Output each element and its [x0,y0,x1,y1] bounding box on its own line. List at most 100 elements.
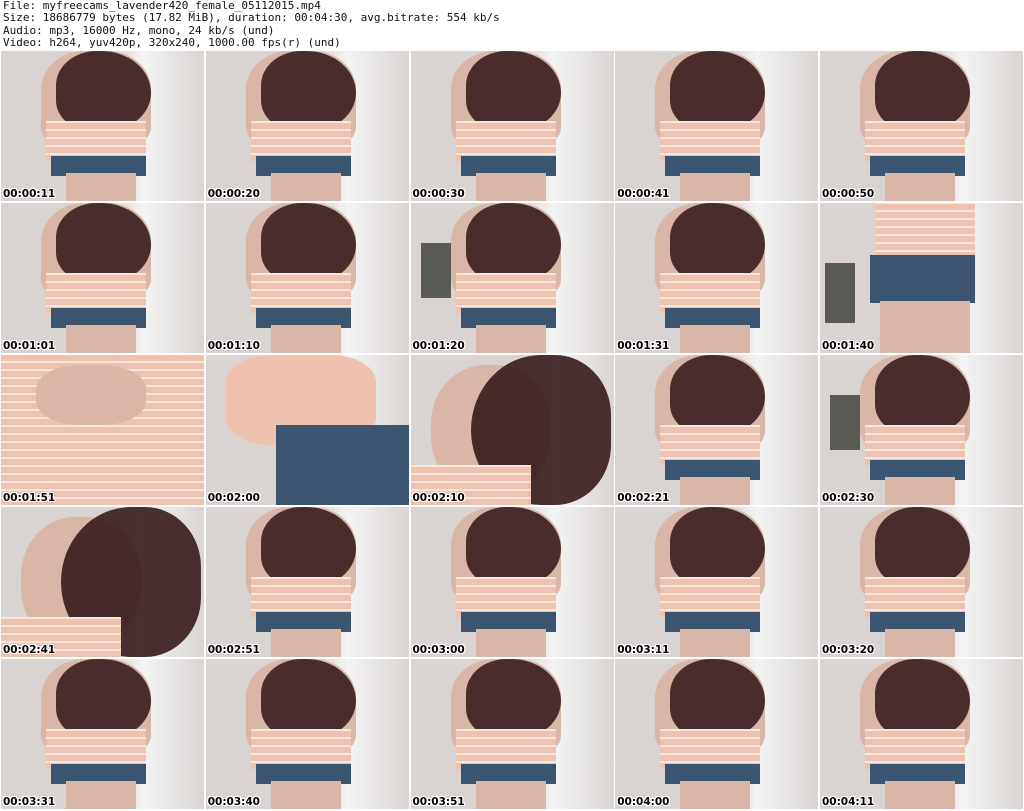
hair-shape [465,203,561,283]
legs-shape [680,325,751,353]
legs-shape [270,173,341,201]
video-thumbnail: 00:01:40 [820,203,1023,353]
file-size-line: Size: 18686779 bytes (17.82 MiB), durati… [3,11,500,25]
legs-shape [66,781,136,809]
top-shape [865,425,965,465]
wall-poster [825,263,855,323]
hair-shape [465,659,561,739]
timestamp-label: 00:01:10 [207,340,260,352]
top-shape [46,121,146,161]
hair-shape [875,507,970,587]
legs-shape [885,781,955,809]
timestamp-label: 00:03:40 [207,796,260,808]
skirt-shape [870,255,975,303]
timestamp-label: 00:00:20 [207,188,260,200]
top-shape [455,577,556,617]
timestamp-label: 00:01:31 [617,340,670,352]
top-shape [46,729,146,769]
video-thumbnail: 00:02:00 [205,355,409,505]
timestamp-label: 00:02:21 [617,492,670,504]
hair-shape [260,203,356,283]
hair-shape [875,355,970,435]
legs-shape [880,301,970,353]
timestamp-label: 00:01:51 [3,492,56,504]
video-thumbnail: 00:02:10 [410,355,614,505]
timestamp-label: 00:00:50 [822,188,875,200]
timestamp-label: 00:00:11 [3,188,56,200]
video-thumbnail: 00:00:41 [615,51,819,201]
legs-shape [680,477,751,505]
video-thumbnail: 00:03:20 [820,507,1023,657]
top-shape [875,203,975,258]
timestamp-label: 00:02:30 [822,492,875,504]
hair-shape [56,203,151,283]
legs-shape [270,629,341,657]
top-shape [660,121,761,161]
timestamp-label: 00:04:00 [617,796,670,808]
top-shape [865,121,965,161]
video-thumbnail: 00:01:10 [205,203,409,353]
legs-shape [885,629,955,657]
top-shape [660,577,761,617]
hair-shape [875,51,970,131]
video-thumbnail: 00:01:01 [1,203,204,353]
video-thumbnail: 00:03:51 [410,659,614,809]
timestamp-label: 00:03:00 [412,644,465,656]
hair-shape [56,659,151,739]
video-thumbnail: 00:02:41 [1,507,204,657]
top-shape [865,577,965,617]
video-thumbnail: 00:03:00 [410,507,614,657]
hair-shape [260,507,356,587]
top-shape [250,273,351,313]
legs-shape [66,173,136,201]
video-thumbnail: 00:03:31 [1,659,204,809]
video-thumbnail: 00:02:51 [205,507,409,657]
legs-shape [680,781,751,809]
timestamp-label: 00:02:41 [3,644,56,656]
legs-shape [885,477,955,505]
timestamp-label: 00:04:11 [822,796,875,808]
timestamp-label: 00:03:31 [3,796,56,808]
video-thumbnail: 00:00:11 [1,51,204,201]
hair-shape [670,51,766,131]
timestamp-label: 00:02:51 [207,644,260,656]
legs-shape [270,325,341,353]
legs-shape [475,629,546,657]
thumbnail-grid: 00:00:11 00:00:20 00:00:30 00:00:41 00:00:50… [1,51,1023,809]
video-thumbnail: 00:00:30 [410,51,614,201]
top-shape [455,273,556,313]
video-thumbnail: 00:02:30 [820,355,1023,505]
file-info-header: File: myfreecams_lavender420_female_0511… [3,0,1021,50]
legs-shape [475,173,546,201]
video-thumbnail: 00:01:51 [1,355,204,505]
top-shape [660,729,761,769]
hand-shape [36,365,146,425]
hair-shape [465,51,561,131]
video-thumbnail: 00:00:20 [205,51,409,201]
video-thumbnail: 00:04:00 [615,659,819,809]
legs-shape [66,325,136,353]
legs-shape [680,173,751,201]
top-shape [46,273,146,313]
video-thumbnail: 00:01:31 [615,203,819,353]
timestamp-label: 00:03:11 [617,644,670,656]
top-shape [865,729,965,769]
legs-shape [885,173,955,201]
video-info-line: Video: h264, yuv420p, 320x240, 1000.00 f… [3,36,341,50]
timestamp-label: 00:00:30 [412,188,465,200]
timestamp-label: 00:02:00 [207,492,260,504]
video-thumbnail: 00:03:11 [615,507,819,657]
hair-shape [260,659,356,739]
hair-shape [260,51,356,131]
hair-shape [670,659,766,739]
video-thumbnail: 00:02:21 [615,355,819,505]
hair-shape [670,203,766,283]
top-shape [455,121,556,161]
timestamp-label: 00:00:41 [617,188,670,200]
timestamp-label: 00:03:51 [412,796,465,808]
top-shape [455,729,556,769]
wall-poster [420,243,451,298]
timestamp-label: 00:01:20 [412,340,465,352]
video-thumbnail: 00:00:50 [820,51,1023,201]
legs-shape [680,629,751,657]
